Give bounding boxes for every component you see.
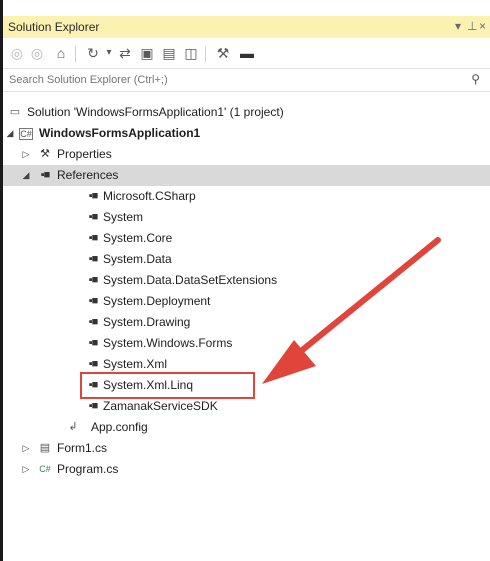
tree-item-form1[interactable]: ▷ ▤ Form1.cs xyxy=(3,438,490,459)
dropdown-icon[interactable]: ▾ xyxy=(455,19,461,33)
tree-item-app-config[interactable]: ↲ App.config xyxy=(3,417,490,438)
reference-label: System.Deployment xyxy=(103,294,211,308)
app-config-label: App.config xyxy=(91,420,148,434)
panel-title: Solution Explorer xyxy=(8,20,100,34)
assembly-icon: ▪■ xyxy=(88,253,99,265)
config-file-icon: ↲ xyxy=(68,421,78,433)
reference-label: System xyxy=(103,210,144,224)
highlight-box xyxy=(80,372,255,399)
tree-item-references[interactable]: ◢ ▪■ References xyxy=(3,165,490,186)
solution-explorer-window: Solution Explorer ▾ ⊥ × ◎ ◎ ⌂ ↻ ▾ ⇄ ▣ ▤ … xyxy=(0,0,490,561)
assembly-icon: ▪■ xyxy=(88,295,99,307)
assembly-icon: ▪■ xyxy=(88,337,99,349)
list-item[interactable]: ▪■ System.Windows.Forms xyxy=(3,333,490,354)
toolbar: ◎ ◎ ⌂ ↻ ▾ ⇄ ▣ ▤ ◫ ⚒ ▬ xyxy=(3,38,490,68)
toolbar-separator xyxy=(205,46,206,62)
show-all-icon[interactable]: ◫ xyxy=(181,43,201,63)
home-icon[interactable]: ⌂ xyxy=(51,43,71,63)
tree-item-properties[interactable]: ▷ ⚒ Properties xyxy=(3,144,490,165)
properties-label: Properties xyxy=(57,147,112,161)
collapsed-arrow-icon[interactable]: ▷ xyxy=(21,459,31,480)
reference-label: System.Drawing xyxy=(103,315,191,329)
list-item[interactable]: ▪■ Microsoft.CSharp xyxy=(3,186,490,207)
list-item[interactable]: ▪■ System.Deployment xyxy=(3,291,490,312)
solution-tree: ▭ Solution 'WindowsFormsApplication1' (1… xyxy=(3,94,490,554)
list-item[interactable]: ▪■ System.Data xyxy=(3,249,490,270)
back-icon[interactable]: ◎ xyxy=(7,43,27,63)
close-icon[interactable]: × xyxy=(479,19,486,33)
assembly-icon: ▪■ xyxy=(88,190,99,202)
collapsed-arrow-icon[interactable]: ▷ xyxy=(21,438,31,459)
pin-icon[interactable]: ▬ xyxy=(237,43,257,63)
assembly-icon: ▪■ xyxy=(88,274,99,286)
assembly-icon: ▪■ xyxy=(88,400,99,412)
toolbar-separator xyxy=(75,46,76,62)
form1-label: Form1.cs xyxy=(57,441,108,455)
list-item[interactable]: ▪■ System.Data.DataSetExtensions xyxy=(3,270,490,291)
tree-item-program[interactable]: ▷ C# Program.cs xyxy=(3,459,490,480)
wrench-icon: ⚒ xyxy=(40,148,50,160)
sync-icon[interactable]: ⇄ xyxy=(115,43,135,63)
wrench-icon[interactable]: ⚒ xyxy=(213,43,233,63)
expanded-arrow-icon[interactable]: ◢ xyxy=(5,123,15,144)
reference-label: ZamanakServiceSDK xyxy=(103,399,218,413)
properties-icon[interactable]: ▤ xyxy=(159,43,179,63)
list-item[interactable]: ▪■ System.Drawing xyxy=(3,312,490,333)
collapsed-arrow-icon[interactable]: ▷ xyxy=(21,144,31,165)
project-label: WindowsFormsApplication1 xyxy=(39,126,201,140)
forward-icon[interactable]: ◎ xyxy=(27,43,47,63)
solution-label: Solution 'WindowsFormsApplication1' (1 p… xyxy=(27,105,284,119)
program-label: Program.cs xyxy=(57,462,119,476)
search-icon[interactable]: ⚲ xyxy=(471,72,480,86)
tree-item-project[interactable]: ◢ C# WindowsFormsApplication1 xyxy=(3,123,490,144)
reference-label: Microsoft.CSharp xyxy=(103,189,196,203)
search-input[interactable] xyxy=(7,71,451,89)
reference-label: System.Data.DataSetExtensions xyxy=(103,273,278,287)
tree-item-solution[interactable]: ▭ Solution 'WindowsFormsApplication1' (1… xyxy=(3,102,490,123)
list-item-zamanak[interactable]: ▪■ ZamanakServiceSDK xyxy=(3,396,490,417)
reference-label: System.Windows.Forms xyxy=(103,336,233,350)
references-icon: ▪■ xyxy=(40,169,51,181)
panel-titlebar: Solution Explorer ▾ ⊥ × xyxy=(3,16,490,39)
form-icon: ▤ xyxy=(39,442,51,454)
list-item[interactable]: ▪■ System.Core xyxy=(3,228,490,249)
assembly-icon: ▪■ xyxy=(88,211,99,223)
assembly-icon: ▪■ xyxy=(88,232,99,244)
reference-label: System.Core xyxy=(103,231,173,245)
list-item[interactable]: ▪■ System xyxy=(3,207,490,228)
search-bar: ⚲ xyxy=(3,68,490,92)
collapse-icon[interactable]: ▣ xyxy=(137,43,157,63)
pin-panel-icon[interactable]: ⊥ xyxy=(467,19,477,33)
expanded-arrow-icon[interactable]: ◢ xyxy=(21,165,31,186)
solution-icon: ▭ xyxy=(9,106,21,118)
csharp-project-icon: C# xyxy=(19,128,33,140)
reference-label: System.Data xyxy=(103,252,172,266)
assembly-icon: ▪■ xyxy=(88,316,99,328)
references-label: References xyxy=(57,168,119,182)
csharp-file-icon: C# xyxy=(39,464,51,474)
